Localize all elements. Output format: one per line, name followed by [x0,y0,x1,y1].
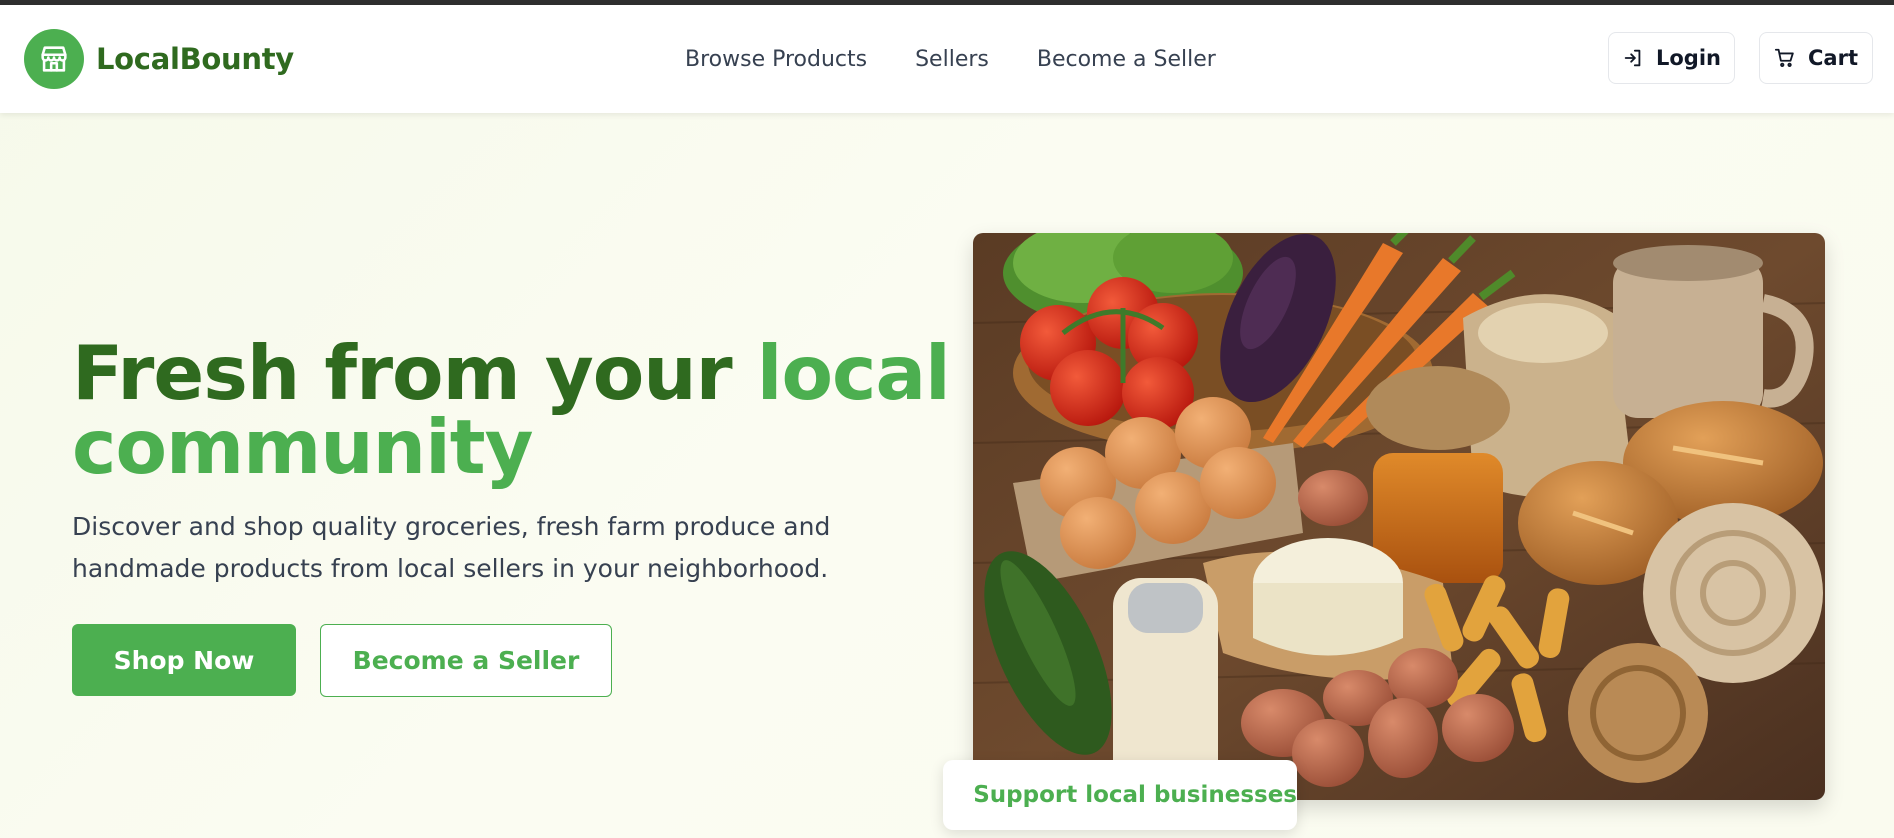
hero-title: Fresh from your local community [72,336,951,485]
site-header: LocalBounty Browse Products Sellers Beco… [0,5,1894,113]
storefront-icon [24,29,84,89]
login-button[interactable]: Login [1608,32,1735,84]
shop-now-button[interactable]: Shop Now [72,624,296,696]
hero-title-accent-line2: community [72,403,534,491]
become-seller-button[interactable]: Become a Seller [320,624,612,697]
hero-subtitle: Discover and shop quality groceries, fre… [72,512,831,583]
cart-label: Cart [1808,46,1858,70]
support-badge-label: Support local businesses [973,782,1297,808]
nav-sellers[interactable]: Sellers [915,47,989,72]
nav-browse-products[interactable]: Browse Products [685,47,867,72]
login-arrow-icon [1624,49,1641,67]
hero-title-accent: local [756,329,951,417]
cart-button[interactable]: Cart [1759,32,1873,84]
brand-home-link[interactable]: LocalBounty [24,29,294,89]
nav-become-seller[interactable]: Become a Seller [1037,47,1216,72]
main-nav: Browse Products Sellers Become a Seller [685,47,1264,72]
support-local-badge: Support local businesses [943,760,1297,830]
login-label: Login [1656,46,1721,70]
shopping-cart-icon [1774,48,1794,67]
brand-name: LocalBounty [96,42,294,76]
hero-image-groceries [973,233,1825,800]
